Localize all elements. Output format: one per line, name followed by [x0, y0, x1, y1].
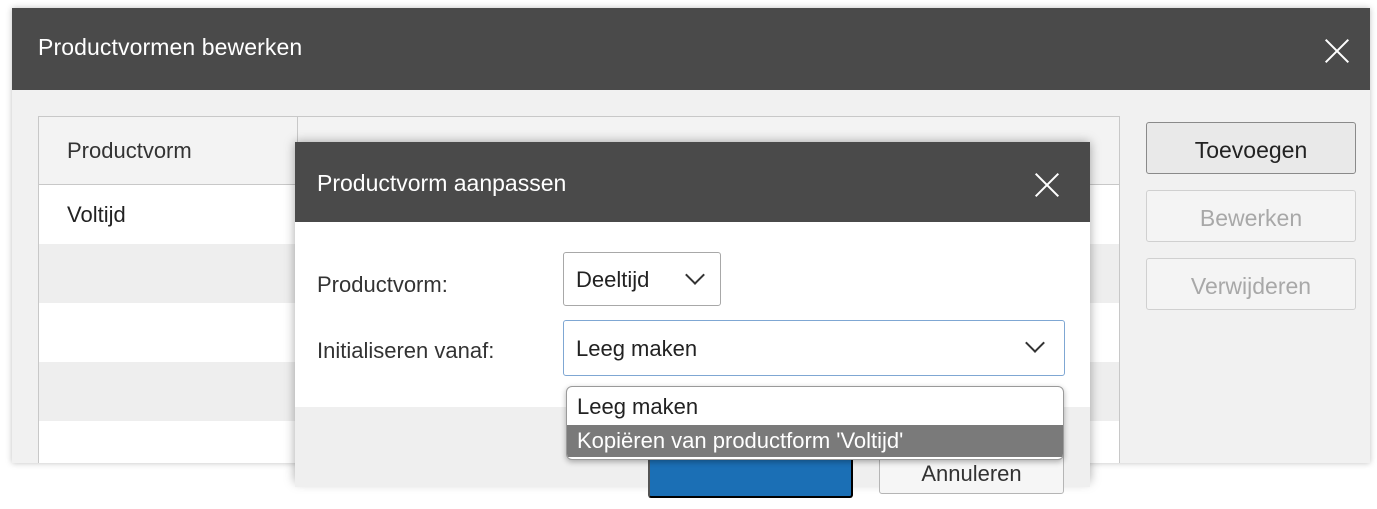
initialiseren-select[interactable]: Leeg maken [563, 320, 1065, 376]
dropdown-option-highlighted[interactable]: Kopiëren van productform 'Voltijd' [567, 425, 1063, 457]
close-icon[interactable] [1320, 34, 1354, 68]
productvorm-label: Productvorm: [317, 272, 448, 297]
productvorm-select[interactable]: Deeltijd [563, 252, 721, 306]
productvorm-select-value: Deeltijd [576, 267, 650, 292]
close-icon[interactable] [1030, 168, 1064, 202]
dropdown-option[interactable]: Leeg maken [567, 391, 1063, 423]
remove-button[interactable]: Verwijderen [1146, 258, 1356, 310]
chevron-down-icon [1025, 333, 1045, 353]
inner-dialog-title: Productvorm aanpassen [317, 170, 567, 196]
chevron-down-icon [685, 265, 705, 285]
edit-button[interactable]: Bewerken [1146, 190, 1356, 242]
initialiseren-label: Initialiseren vanaf: [317, 338, 495, 363]
add-button[interactable]: Toevoegen [1146, 122, 1356, 174]
initialiseren-dropdown-list: Leeg maken Kopiëren van productform 'Vol… [566, 386, 1064, 460]
inner-dialog-titlebar: Productvorm aanpassen [295, 142, 1090, 222]
column-header-productvorm[interactable]: Productvorm [67, 117, 192, 184]
table-cell: Voltijd [67, 202, 126, 227]
dialog-title: Productvormen bewerken [38, 34, 303, 60]
initialiseren-select-value: Leeg maken [576, 336, 698, 361]
dialog-titlebar: Productvormen bewerken [12, 8, 1370, 90]
